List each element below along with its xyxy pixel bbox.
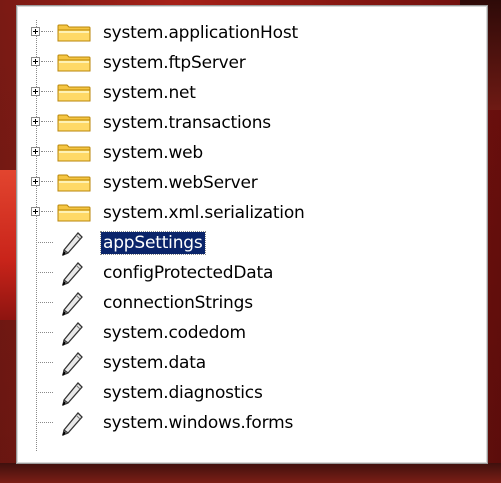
tree-connector xyxy=(36,242,53,244)
tree-node-leaf[interactable]: system.codedom xyxy=(17,318,487,348)
tree-node-label[interactable]: system.net xyxy=(101,82,198,104)
tree-connector xyxy=(41,151,53,153)
tree-connector xyxy=(41,31,53,33)
tree-node-label[interactable]: appSettings xyxy=(100,231,206,255)
tree-connector xyxy=(41,91,53,93)
tree-node-label[interactable]: system.codedom xyxy=(101,322,248,344)
tree-node-folder[interactable]: system.transactions xyxy=(17,108,487,138)
tree-node-label[interactable]: system.applicationHost xyxy=(101,22,300,44)
tree-connector xyxy=(36,392,53,394)
tree-node-folder[interactable]: system.ftpServer xyxy=(17,48,487,78)
tree-connector xyxy=(41,121,53,123)
tree-node-leaf[interactable]: system.data xyxy=(17,348,487,378)
expand-icon[interactable] xyxy=(31,27,40,36)
folder-icon xyxy=(57,84,91,102)
tree-node-label[interactable]: configProtectedData xyxy=(101,262,275,284)
tree-node-leaf[interactable]: system.diagnostics xyxy=(17,378,487,408)
expand-icon[interactable] xyxy=(31,207,40,216)
tree-node-leaf[interactable]: appSettings xyxy=(17,228,487,258)
folder-icon xyxy=(57,204,91,222)
tree-connector xyxy=(36,422,53,424)
pencil-icon xyxy=(62,322,83,347)
tree-node-label[interactable]: system.data xyxy=(101,352,208,374)
tree-node-label[interactable]: system.web xyxy=(101,142,205,164)
pencil-icon xyxy=(62,412,83,437)
tree-connector xyxy=(41,181,53,183)
folder-icon xyxy=(57,24,91,42)
folder-icon xyxy=(57,144,91,162)
tree-node-label[interactable]: system.diagnostics xyxy=(101,382,265,404)
expand-icon[interactable] xyxy=(31,147,40,156)
tree-connector xyxy=(36,272,53,274)
tree-node-folder[interactable]: system.applicationHost xyxy=(17,18,487,48)
tree-connector xyxy=(36,302,53,304)
expand-icon[interactable] xyxy=(31,177,40,186)
background-bottom xyxy=(0,463,501,483)
expand-icon[interactable] xyxy=(31,87,40,96)
folder-icon xyxy=(57,174,91,192)
tree-node-leaf[interactable]: connectionStrings xyxy=(17,288,487,318)
tree-node-leaf[interactable]: configProtectedData xyxy=(17,258,487,288)
tree-node-folder[interactable]: system.net xyxy=(17,78,487,108)
pencil-icon xyxy=(62,232,83,257)
tree-node-folder[interactable]: system.web xyxy=(17,138,487,168)
pencil-icon xyxy=(62,292,83,317)
tree-node-folder[interactable]: system.webServer xyxy=(17,168,487,198)
tree-node-label[interactable]: system.transactions xyxy=(101,112,273,134)
pencil-icon xyxy=(62,382,83,407)
tree-connector xyxy=(41,61,53,63)
tree-node-leaf[interactable]: system.windows.forms xyxy=(17,408,487,438)
tree-connector xyxy=(36,332,53,334)
tree-node-label[interactable]: connectionStrings xyxy=(101,292,255,314)
folder-icon xyxy=(57,114,91,132)
config-tree-panel[interactable]: system.applicationHost system.ftpServer … xyxy=(16,5,488,464)
pencil-icon xyxy=(62,262,83,287)
tree-connector xyxy=(36,362,53,364)
config-section-tree[interactable]: system.applicationHost system.ftpServer … xyxy=(17,6,487,463)
tree-node-label[interactable]: system.ftpServer xyxy=(101,52,248,74)
tree-connector xyxy=(41,211,53,213)
tree-node-label[interactable]: system.xml.serialization xyxy=(101,202,307,224)
tree-node-label[interactable]: system.windows.forms xyxy=(101,412,295,434)
tree-node-folder[interactable]: system.xml.serialization xyxy=(17,198,487,228)
folder-icon xyxy=(57,54,91,72)
pencil-icon xyxy=(62,352,83,377)
expand-icon[interactable] xyxy=(31,57,40,66)
expand-icon[interactable] xyxy=(31,117,40,126)
tree-node-label[interactable]: system.webServer xyxy=(101,172,260,194)
